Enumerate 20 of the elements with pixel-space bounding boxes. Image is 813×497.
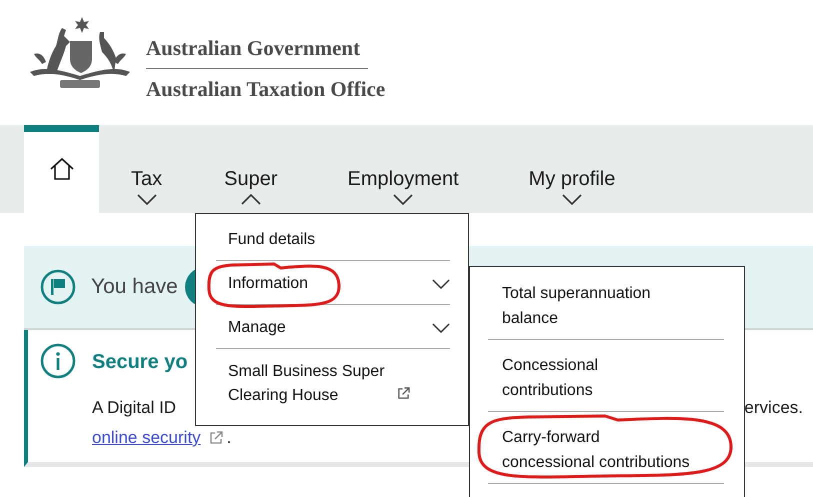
submenu-item[interactable]: Total superannuation balance — [488, 279, 724, 340]
nav-tab[interactable]: Super — [194, 125, 308, 213]
nav-tab[interactable]: My profile — [498, 125, 646, 213]
submenu-item[interactable]: Carry-forward concessional contributions — [488, 423, 724, 484]
menu-item[interactable]: Information — [216, 270, 450, 305]
menu-item-text: Small Business Super Clearing House — [228, 362, 385, 406]
menu-item[interactable]: Fund details — [216, 226, 450, 261]
security-link[interactable]: online security — [92, 423, 201, 453]
alert-text: ervices. — [744, 397, 803, 419]
alert-title: Secure yo — [92, 350, 188, 375]
menu-item[interactable]: Manage — [216, 314, 450, 349]
banner-text: You have — [91, 274, 178, 300]
submenu-item[interactable]: Concessional contributions — [488, 351, 724, 412]
government-title: Australian Government — [146, 38, 362, 59]
period-text: . — [226, 427, 232, 449]
alert-text: A Digital ID — [92, 397, 176, 419]
menu-item[interactable]: Small Business Super Clearing House — [216, 358, 450, 416]
nav-tab[interactable]: Tax — [99, 125, 194, 213]
agency-title: Australian Taxation Office — [146, 79, 386, 100]
nav-tab[interactable]: Employment — [308, 125, 499, 213]
